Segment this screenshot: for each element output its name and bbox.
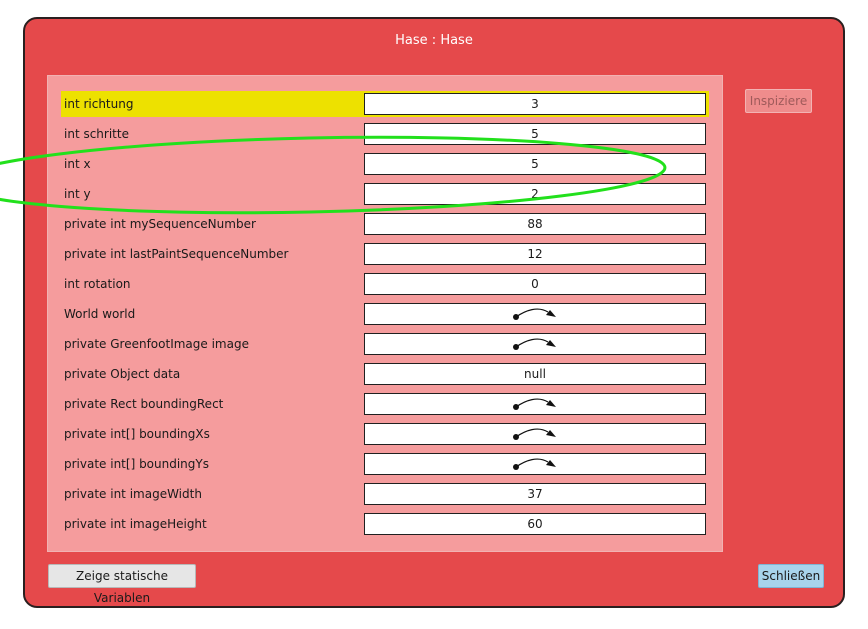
object-reference-arrow-icon [513,428,556,440]
field-value-reference[interactable] [364,303,706,325]
field-value[interactable]: 2 [364,183,706,205]
field-name: int rotation [64,277,131,291]
field-name: private GreenfootImage image [64,337,249,351]
field-value[interactable]: 0 [364,273,706,295]
object-reference-arrow-icon [513,458,556,470]
field-name: private Rect boundingRect [64,397,224,411]
field-name: private int[] boundingYs [64,457,209,471]
inspect-button[interactable]: Inspiziere [745,89,812,113]
field-name: int schritte [64,127,129,141]
field-name: private int lastPaintSequenceNumber [64,247,289,261]
show-static-variables-button[interactable]: Zeige statische Variablen [48,564,196,605]
field-value[interactable]: 60 [364,513,706,535]
field-row[interactable]: World world [61,301,709,327]
object-reference-arrow-icon [513,398,556,410]
field-row[interactable]: int richtung 3 [61,91,709,117]
field-name: World world [64,307,136,321]
field-row[interactable]: int y 2 [61,181,709,207]
field-value-reference[interactable] [364,333,706,355]
field-name: private int mySequenceNumber [64,217,256,231]
field-value[interactable]: 37 [364,483,706,505]
field-name: int x [64,157,91,171]
field-value-reference[interactable] [364,453,706,475]
field-row[interactable]: int schritte 5 [61,121,709,147]
field-row[interactable]: private Object data null [61,361,709,387]
field-row[interactable]: private int[] boundingYs [61,451,709,477]
field-row[interactable]: private int mySequenceNumber 88 [61,211,709,237]
field-value[interactable]: 12 [364,243,706,265]
field-value[interactable]: null [364,363,706,385]
field-name: private Object data [64,367,181,381]
field-value-reference[interactable] [364,423,706,445]
field-name: private int[] boundingXs [64,427,210,441]
fields-panel: int richtung 3 int schritte 5 int x 5 int y 2 pr… [47,75,723,552]
close-button[interactable]: Schließen [758,564,824,588]
field-name: int y [64,187,91,201]
field-row[interactable]: private int imageWidth 37 [61,481,709,507]
field-row[interactable]: private int lastPaintSequenceNumber 12 [61,241,709,267]
object-reference-arrow-icon [513,308,556,320]
field-row[interactable]: private Rect boundingRect [61,391,709,417]
field-row[interactable]: int x 5 [61,151,709,177]
inspector-window: Hase : Hase int richtung 3 int schritte 5 in… [23,17,845,608]
field-value[interactable]: 5 [364,153,706,175]
field-name: private int imageWidth [64,487,202,501]
field-name: private int imageHeight [64,517,207,531]
field-row[interactable]: private int imageHeight 60 [61,511,709,537]
field-row[interactable]: private int[] boundingXs [61,421,709,447]
field-value[interactable]: 88 [364,213,706,235]
field-value[interactable]: 5 [364,123,706,145]
field-row[interactable]: int rotation 0 [61,271,709,297]
field-name: int richtung [64,97,134,111]
window-title: Hase : Hase [395,33,473,48]
field-value-reference[interactable] [364,393,706,415]
object-reference-arrow-icon [513,338,556,350]
field-value[interactable]: 3 [364,93,706,115]
field-row[interactable]: private GreenfootImage image [61,331,709,357]
